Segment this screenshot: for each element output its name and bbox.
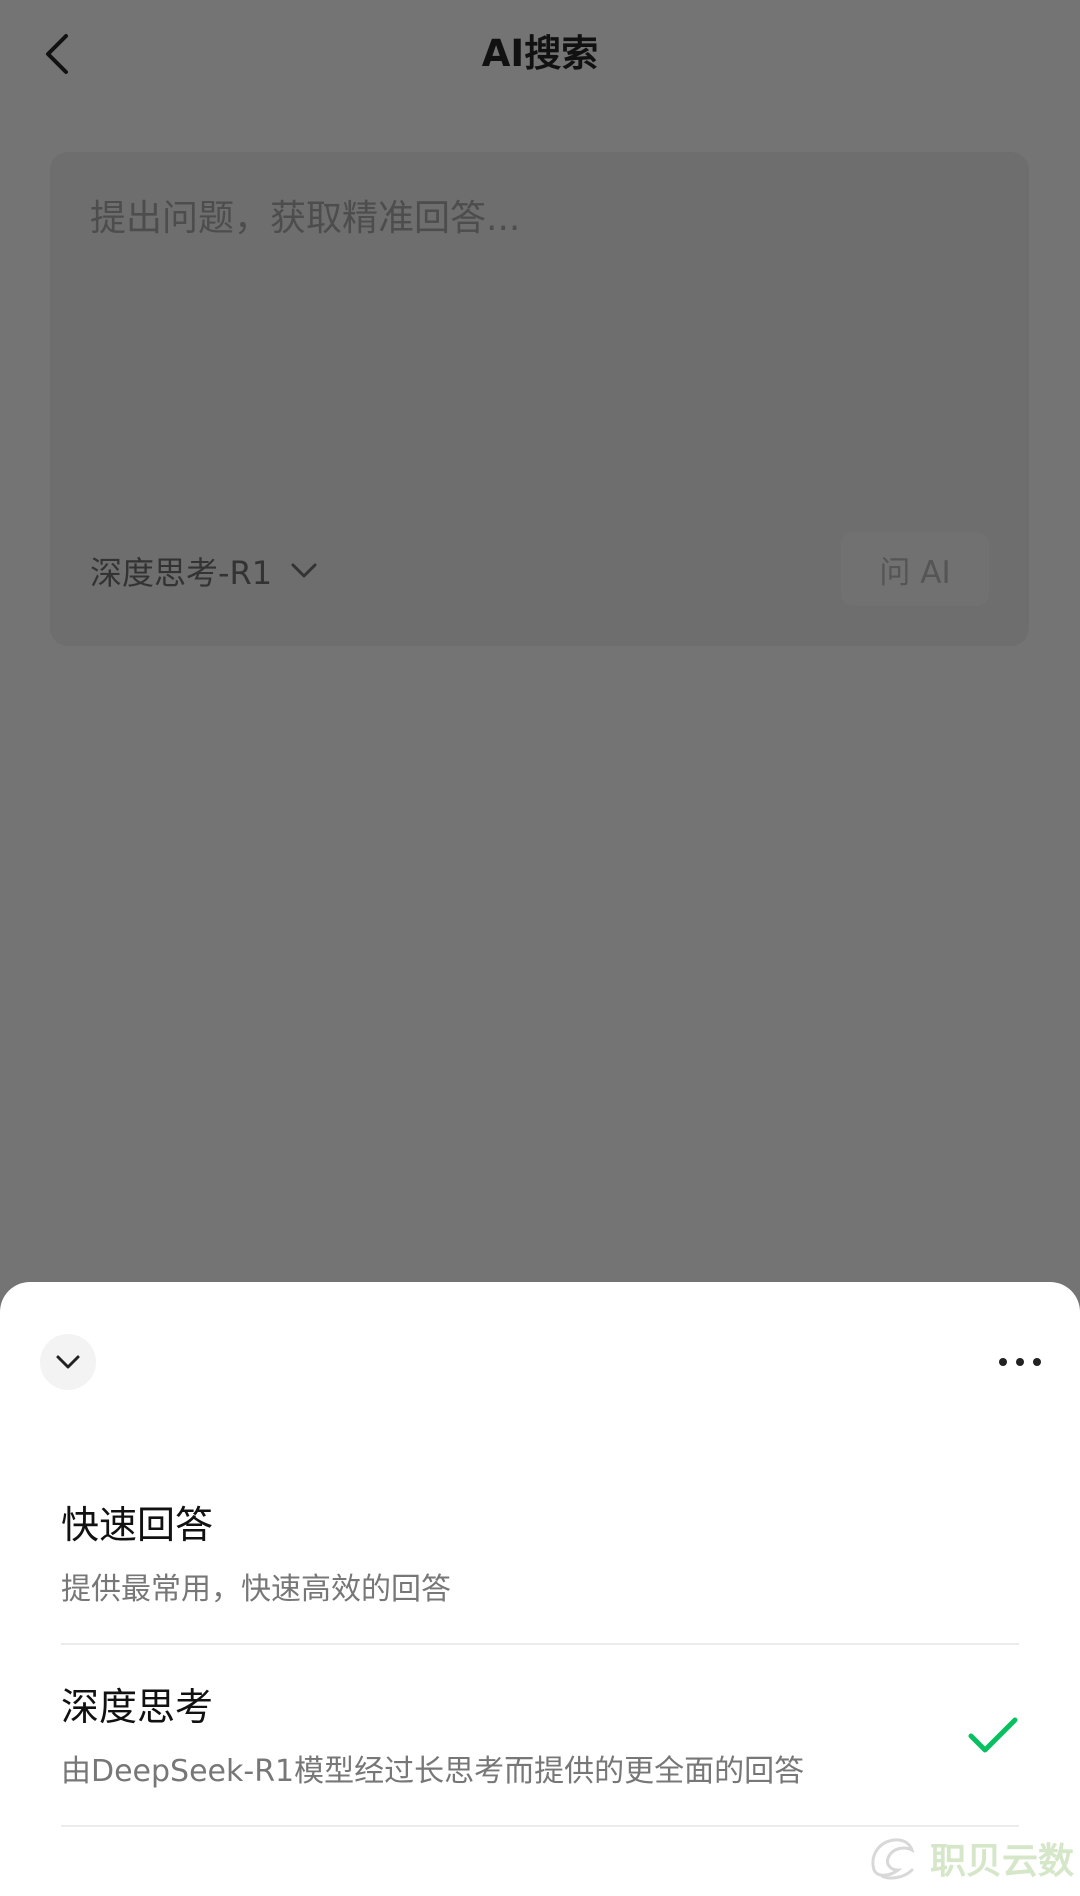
watermark-text: 职贝云数 <box>929 1841 1074 1882</box>
watermark-logo-icon <box>871 1838 915 1880</box>
page-title: AI搜索 <box>481 32 599 75</box>
option-deep-thinking[interactable]: 深度思考 由DeepSeek-R1模型经过长思考而提供的更全面的回答 <box>61 1644 1019 1827</box>
collapse-sheet-button[interactable] <box>40 1334 96 1390</box>
top-bar: AI搜索 <box>0 0 1080 110</box>
watermark: 职贝云数 <box>864 1828 1074 1888</box>
question-input-card[interactable]: 提出问题，获取精准回答... 深度思考-R1 问 AI <box>50 152 1029 646</box>
option-quick-answer[interactable]: 快速回答 提供最常用，快速高效的回答 <box>61 1462 1019 1645</box>
chevron-down-icon <box>56 1355 80 1369</box>
model-selector[interactable]: 深度思考-R1 <box>90 546 318 596</box>
option-description: 提供最常用，快速高效的回答 <box>61 1572 451 1607</box>
question-input-placeholder[interactable]: 提出问题，获取精准回答... <box>90 194 520 244</box>
model-selector-label: 深度思考-R1 <box>90 554 273 592</box>
option-title: 快速回答 <box>61 1503 214 1547</box>
mode-selection-sheet: 快速回答 提供最常用，快速高效的回答 深度思考 由DeepSeek-R1模型经过… <box>0 1282 1080 1896</box>
chevron-down-icon <box>291 563 317 578</box>
check-icon <box>968 1717 1018 1753</box>
option-description: 由DeepSeek-R1模型经过长思考而提供的更全面的回答 <box>61 1754 805 1789</box>
ask-ai-button[interactable]: 问 AI <box>841 532 989 606</box>
option-title: 深度思考 <box>61 1685 214 1729</box>
more-options-button[interactable] <box>994 1344 1046 1380</box>
more-horizontal-icon <box>999 1358 1041 1366</box>
